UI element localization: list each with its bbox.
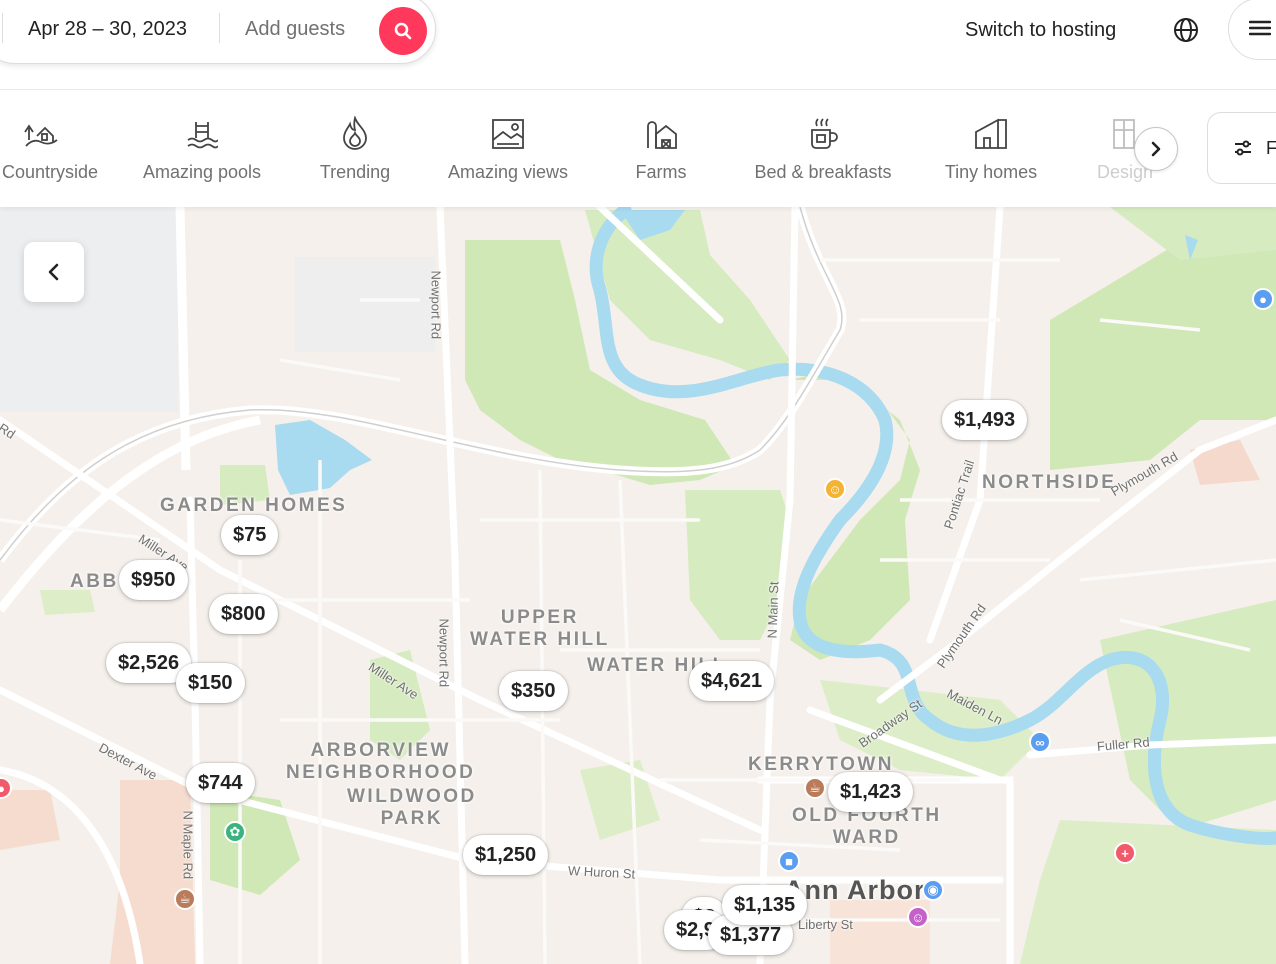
binoculars-icon[interactable]: ∞ [1029,731,1051,753]
price-pin[interactable]: $75 [221,515,279,555]
price-pin[interactable]: $1,423 [828,772,914,812]
price-pin[interactable]: $350 [499,671,568,711]
category-amazing-pools[interactable]: Amazing pools [136,110,268,188]
guests-field[interactable]: Add guests [245,18,345,41]
price-pin[interactable]: $744 [186,763,255,803]
language-button[interactable] [1164,8,1208,52]
map[interactable]: GARDEN HOMES ABBOT UPPER WATER HILL WATE… [0,207,1276,964]
categories-next-button[interactable] [1134,127,1178,171]
trash-icon[interactable]: ■ [778,850,800,872]
neighborhood-label: GARDEN HOMES [160,495,348,516]
theater-icon[interactable]: ☺ [907,906,929,928]
search-bar[interactable]: Apr 28 – 30, 2023 Add guests [0,0,436,64]
filters-label: Filters [1266,138,1276,158]
category-tiny-homes[interactable]: Tiny homes [936,110,1046,188]
price-pin[interactable]: $950 [119,560,188,600]
category-bar: Countryside Amazing pools Trending Amazi… [0,90,1276,207]
camera-icon[interactable]: ◉ [922,879,944,901]
pool-icon [186,110,218,150]
street-label: N Maple Rd [180,810,196,880]
coffee-icon[interactable]: ☕ [804,777,826,799]
category-trending[interactable]: Trending [305,110,405,188]
street-label: Newport Rd [428,270,444,340]
neighborhood-label: ARBORVIEW NEIGHBORHOOD [286,740,476,783]
price-pin[interactable]: $1,135 [722,885,808,925]
coffee-icon[interactable]: ☕ [174,888,196,910]
menu-icon [1249,20,1271,36]
map-collapse-button[interactable] [24,242,84,302]
park-icon[interactable]: ✿ [224,821,246,843]
filters-button[interactable]: Filters [1207,112,1276,184]
price-pin[interactable]: $4,621 [689,661,775,701]
category-amazing-views[interactable]: Amazing views [440,110,576,188]
neighborhood-label: UPPER WATER HILL [470,607,610,650]
price-pin[interactable]: $800 [209,594,278,634]
countryside-icon [23,110,59,150]
category-farms[interactable]: Farms [616,110,706,188]
street-label: Newport Rd [436,618,452,688]
dates-field[interactable]: Apr 28 – 30, 2023 [28,18,187,41]
search-divider [2,13,3,43]
hospital-icon[interactable]: + [1114,842,1136,864]
trail-icon[interactable]: ☺ [824,478,846,500]
search-button[interactable] [379,7,427,55]
chevron-right-icon [1151,141,1161,157]
search-divider [219,13,220,43]
farm-icon [644,110,678,150]
search-icon [394,22,412,40]
switch-to-hosting-link[interactable]: Switch to hosting [950,10,1131,50]
price-pin[interactable]: $1,250 [463,835,549,875]
globe-icon [1174,18,1198,42]
flame-icon [340,110,370,150]
price-pin[interactable]: $150 [176,663,245,703]
neighborhood-label: WILDWOOD PARK [347,786,477,829]
price-pin[interactable]: $1,493 [942,400,1028,440]
neighborhood-label: NORTHSIDE [982,472,1117,493]
coffee-cup-icon [808,110,838,150]
category-countryside[interactable]: Countryside [0,110,98,188]
street-label: N Main St [764,581,782,639]
lightbulb-icon[interactable]: ● [1252,288,1274,310]
user-menu-button[interactable] [1228,0,1276,60]
chevron-left-icon [48,263,59,281]
top-header: Apr 28 – 30, 2023 Add guests Switch to h… [0,0,1276,90]
views-icon [491,110,525,150]
category-bed-and-breakfasts[interactable]: Bed & breakfasts [746,110,900,188]
street-label: Liberty St [798,917,853,932]
tiny-home-icon [974,110,1008,150]
filters-icon [1235,140,1251,156]
